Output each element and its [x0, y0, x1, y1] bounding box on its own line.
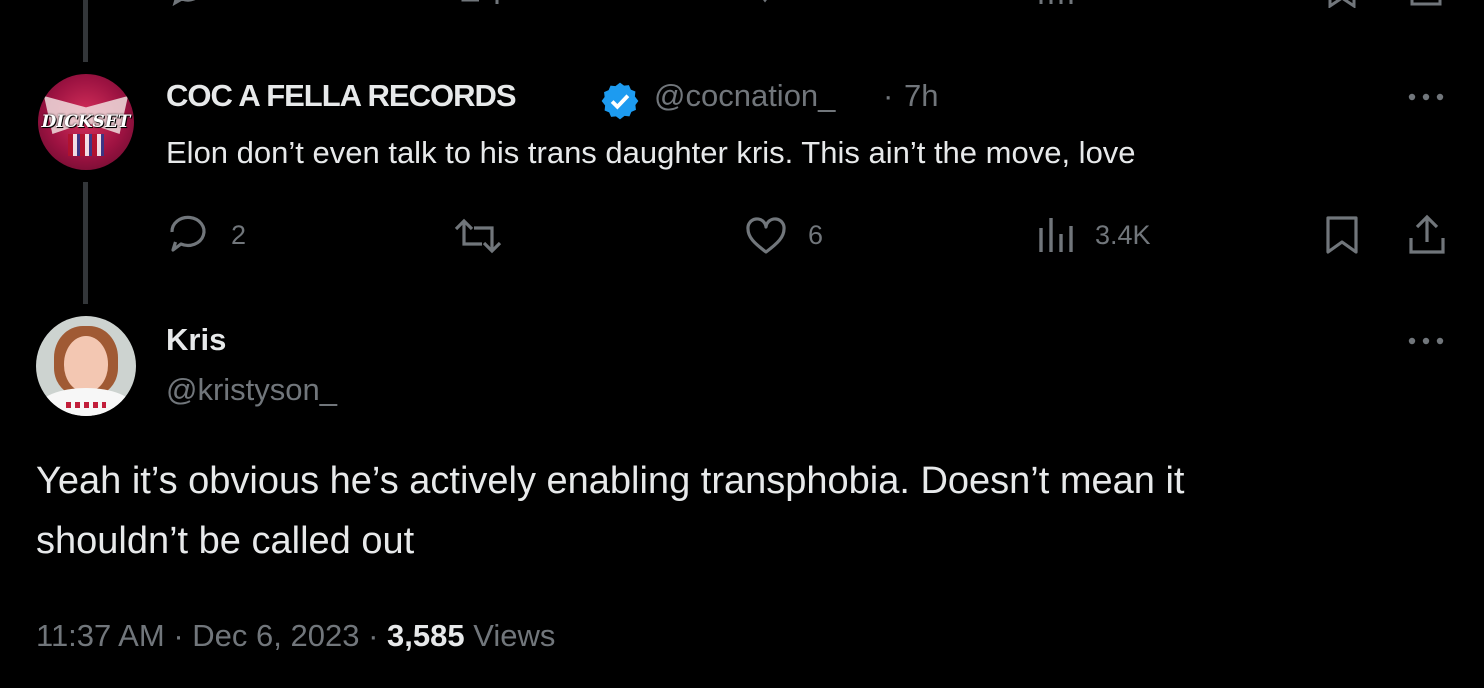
- views-count: 3.4K: [1095, 220, 1151, 250]
- meta-separator: ·: [173, 618, 184, 653]
- like-icon[interactable]: [744, 216, 788, 256]
- like-icon[interactable]: [745, 0, 785, 8]
- flag-graphic: [68, 134, 104, 156]
- avatar-coc-a-fella[interactable]: DICKSET: [38, 74, 134, 170]
- parent-display-name[interactable]: COC A FELLA RECORDS: [166, 78, 517, 114]
- tweet-metadata: 11:37 AM · Dec 6, 2023 · 3,585 Views: [36, 618, 555, 654]
- reply-icon[interactable]: [170, 0, 210, 8]
- avatar-logo-text: DICKSET: [41, 112, 131, 132]
- verified-badge-icon: [601, 82, 639, 120]
- views-label: Views: [473, 618, 556, 653]
- avatar-face: [64, 336, 108, 392]
- previous-tweet-actions: [0, 0, 1484, 8]
- share-icon[interactable]: [1406, 214, 1448, 256]
- main-tweet-text-line: Yeah it’s obvious he’s actively enabling…: [36, 460, 1185, 502]
- more-icon[interactable]: [1406, 86, 1446, 108]
- meta-separator: ·: [368, 618, 379, 653]
- avatar-kris[interactable]: [36, 316, 136, 416]
- like-count: 6: [808, 220, 824, 250]
- reply-icon[interactable]: [166, 214, 210, 256]
- tweet-date[interactable]: Dec 6, 2023: [192, 618, 359, 653]
- thread-line-top: [83, 0, 88, 62]
- main-tweet-text-line: shouldn’t be called out: [36, 520, 415, 562]
- parent-tweet-text: Elon don’t even talk to his trans daught…: [166, 135, 1136, 170]
- views-icon[interactable]: [1035, 0, 1075, 8]
- bookmark-icon[interactable]: [1322, 0, 1362, 8]
- retweet-icon[interactable]: [455, 0, 505, 8]
- bookmark-icon[interactable]: [1322, 214, 1362, 256]
- views-icon[interactable]: [1035, 214, 1075, 256]
- parent-time[interactable]: 7h: [904, 78, 938, 114]
- retweet-icon[interactable]: [452, 216, 504, 256]
- main-handle[interactable]: @kristyson_: [166, 372, 337, 408]
- thread-line-bottom: [83, 182, 88, 304]
- views-number[interactable]: 3,585: [387, 618, 465, 653]
- share-icon[interactable]: [1406, 0, 1446, 8]
- main-tweet-text: Yeah it’s obvious he’s actively enabling…: [36, 451, 1416, 571]
- reply-count: 2: [231, 220, 247, 250]
- parent-handle[interactable]: @cocnation_: [654, 78, 835, 114]
- tweet-time[interactable]: 11:37 AM: [36, 618, 165, 653]
- time-separator: ·: [883, 78, 894, 113]
- more-icon[interactable]: [1406, 330, 1446, 352]
- avatar-shirt-pattern: [66, 402, 106, 408]
- main-display-name[interactable]: Kris: [166, 322, 226, 358]
